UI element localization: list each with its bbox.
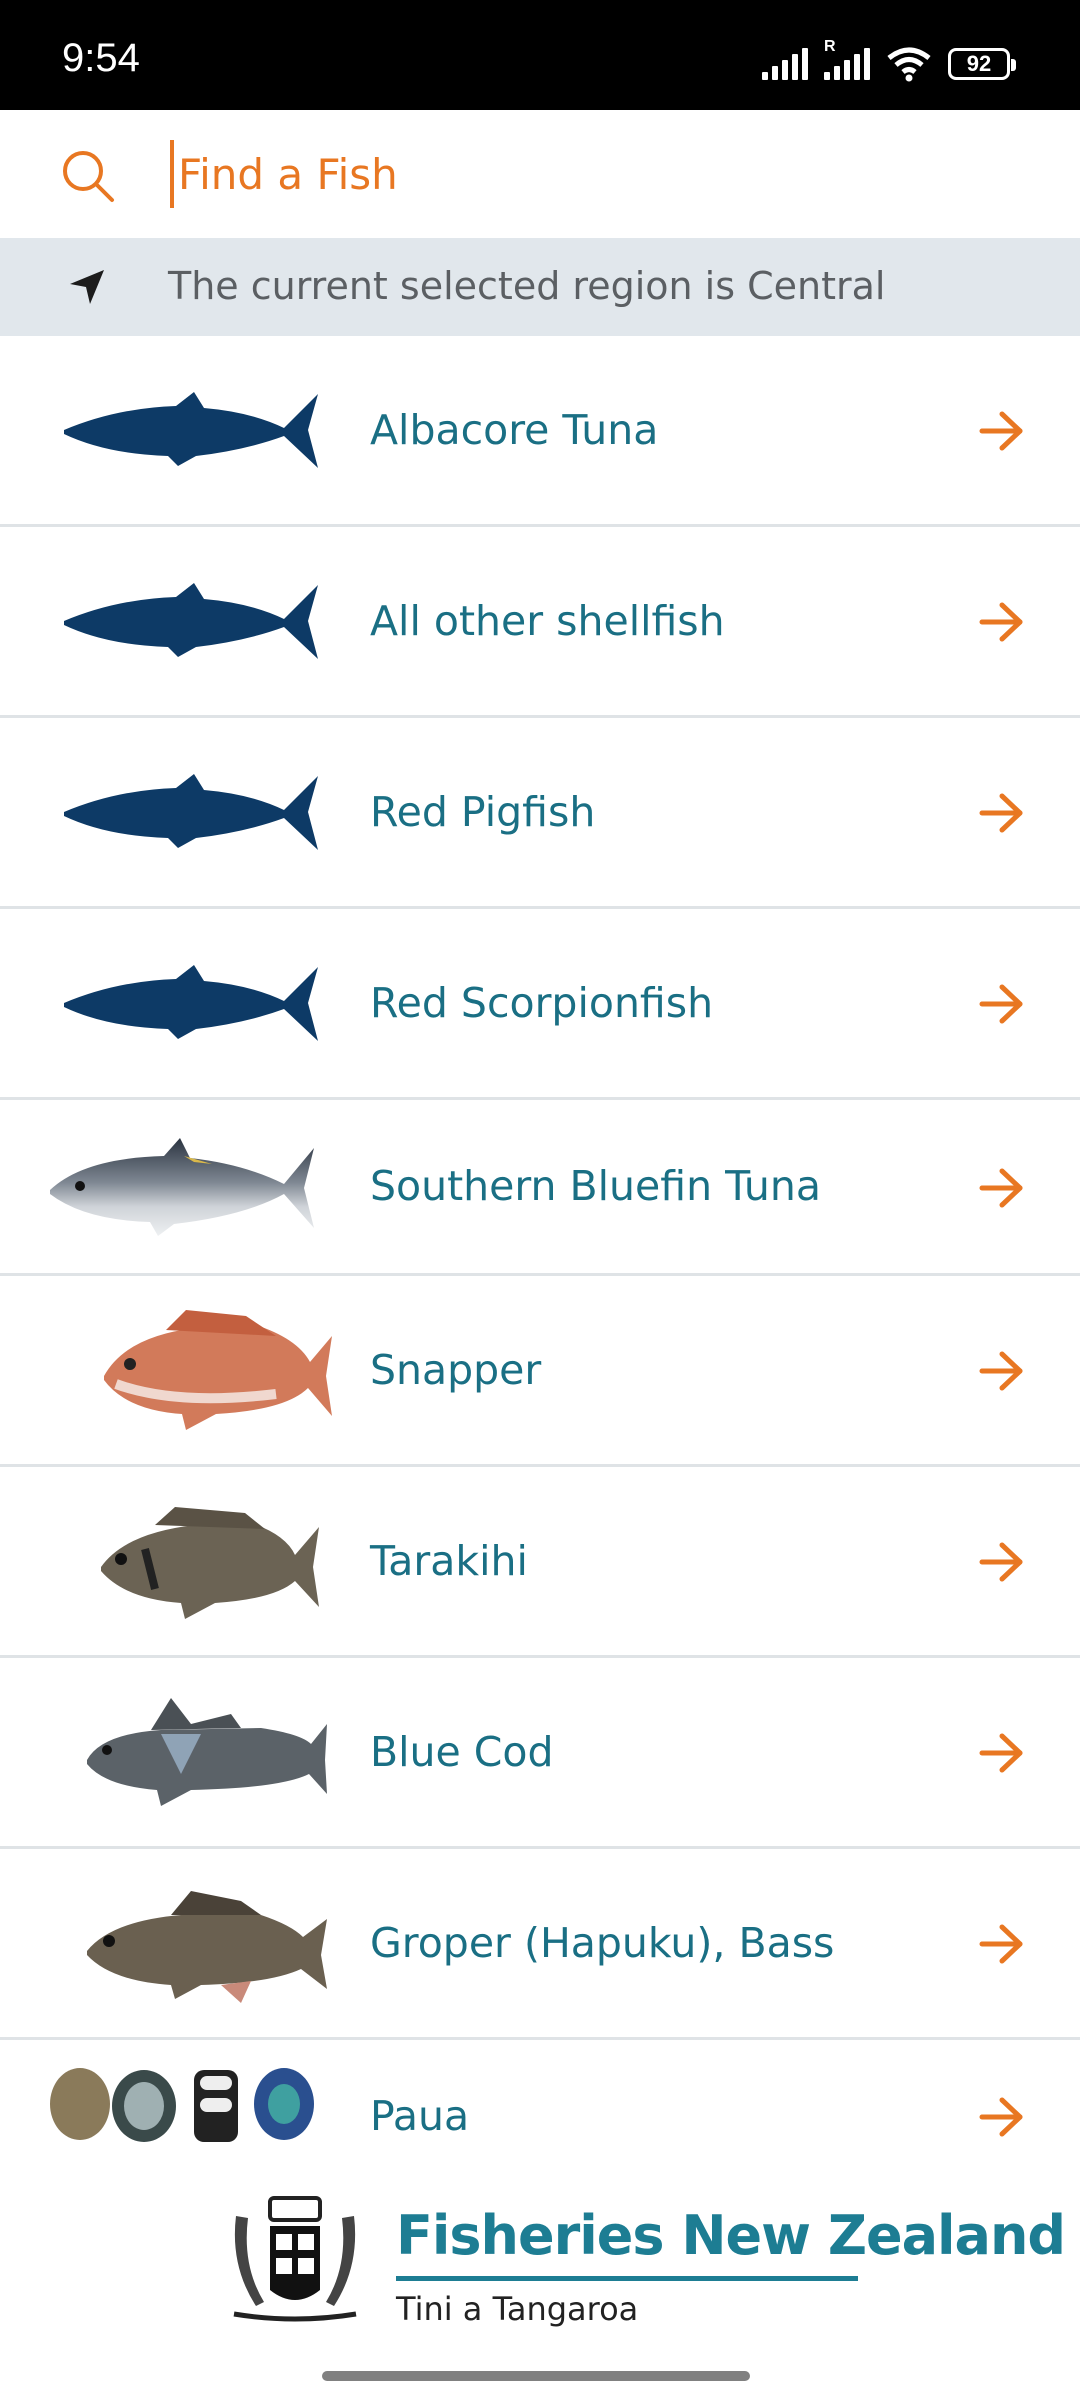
fish-row-snapper[interactable]: Snapper [0,1276,1080,1467]
fish-row-tarakihi[interactable]: Tarakihi [0,1467,1080,1658]
arrow-right-icon[interactable] [976,2092,1026,2142]
home-indicator[interactable] [322,2371,750,2381]
fish-name: All other shellfish [370,597,725,645]
arrow-right-icon[interactable] [976,1346,1026,1396]
fish-row-all-other-shellfish[interactable]: All other shellfish [0,527,1080,718]
fish-name: Red Pigfish [370,788,596,836]
blue-cod-photo [87,1698,327,1806]
status-time: 9:54 [62,36,140,80]
location-arrow-icon [70,270,104,304]
tuna-photo [50,1138,314,1236]
search-bar [0,110,1080,238]
fish-row-red-scorpionfish[interactable]: Red Scorpionfish [0,909,1080,1100]
snapper-photo [104,1310,332,1430]
footer-brand: Fisheries New Zealand Tini a Tangaroa [0,2160,1080,2400]
fish-list: Albacore Tuna All other shellfish Red Pi… [0,336,1080,2170]
fish-name: Snapper [370,1346,542,1394]
arrow-right-icon[interactable] [976,979,1026,1029]
fish-name: Blue Cod [370,1728,554,1776]
fish-name: Southern Bluefin Tuna [370,1162,822,1210]
region-bar[interactable]: The current selected region is Central [0,238,1080,336]
arrow-right-icon[interactable] [976,788,1026,838]
battery-icon: 92 [948,48,1016,80]
fish-row-southern-bluefin-tuna[interactable]: Southern Bluefin Tuna [0,1100,1080,1276]
fish-name: Paua [370,2092,470,2140]
status-icons: R 92 [762,38,1016,84]
fish-row-red-pigfish[interactable]: Red Pigfish [0,718,1080,909]
groper-photo [87,1891,327,2003]
paua-shells-photo [50,2068,314,2142]
search-input[interactable] [170,140,1038,208]
battery-level: 92 [966,51,992,76]
fish-row-albacore-tuna[interactable]: Albacore Tuna [0,336,1080,527]
fish-name: Tarakihi [370,1537,528,1585]
fish-silhouette-icon [64,583,318,659]
nz-coat-of-arms-icon [233,2196,357,2322]
fish-name: Groper (Hapuku), Bass [370,1919,835,1967]
wifi-icon [887,47,931,82]
fish-silhouette-icon [64,965,318,1041]
fish-name: Red Scorpionfish [370,979,714,1027]
signal-icon [762,48,808,80]
status-bar: 9:54 R 92 [0,0,1080,110]
arrow-right-icon[interactable] [976,1537,1026,1587]
brand-subtitle: Tini a Tangaroa [396,2290,639,2328]
brand-divider [396,2276,858,2281]
fish-silhouette-icon [64,392,318,468]
arrow-right-icon[interactable] [976,1728,1026,1778]
fish-row-groper-hapuku-bass[interactable]: Groper (Hapuku), Bass [0,1849,1080,2040]
fish-row-paua[interactable]: Paua [0,2040,1080,2170]
brand-title: Fisheries New Zealand [396,2204,1066,2267]
roaming-signal-icon: R [824,38,870,80]
arrow-right-icon[interactable] [976,1919,1026,1969]
tarakihi-photo [101,1507,319,1619]
fish-name: Albacore Tuna [370,406,659,454]
arrow-right-icon[interactable] [976,597,1026,647]
arrow-right-icon[interactable] [976,1163,1026,1213]
search-icon[interactable] [58,146,118,206]
arrow-right-icon[interactable] [976,406,1026,456]
fish-silhouette-icon [64,774,318,850]
fish-row-blue-cod[interactable]: Blue Cod [0,1658,1080,1849]
region-text: The current selected region is Central [168,264,886,308]
